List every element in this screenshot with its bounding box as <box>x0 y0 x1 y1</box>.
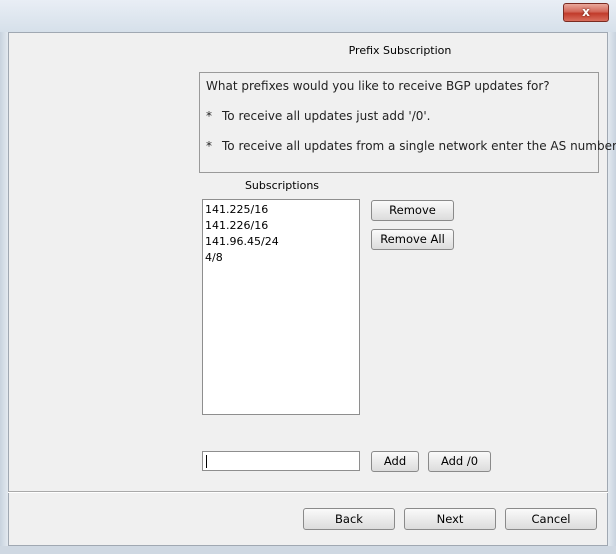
info-box: What prefixes would you like to receive … <box>199 72 616 173</box>
prefix-input[interactable] <box>202 451 360 471</box>
list-item[interactable]: 4/8 <box>205 250 359 266</box>
info-line: * To receive all updates just add '/0'. <box>206 109 431 123</box>
wizard-window: x Prefix Subscription What prefixes woul… <box>0 0 616 554</box>
info-line-text: What prefixes would you like to receive … <box>206 79 550 93</box>
subscriptions-list[interactable]: 141.225/16 141.226/16 141.96.45/24 4/8 <box>202 199 360 415</box>
info-bullet: * <box>206 109 212 123</box>
info-line: * To receive all updates from a single ne… <box>206 139 616 153</box>
list-item[interactable]: 141.96.45/24 <box>205 234 359 250</box>
page-title: Prefix Subscription <box>348 44 452 57</box>
list-item[interactable]: 141.226/16 <box>205 218 359 234</box>
footer-divider-highlight <box>8 492 608 493</box>
cancel-button[interactable]: Cancel <box>505 508 597 530</box>
text-caret <box>206 455 207 468</box>
info-line: What prefixes would you like to receive … <box>206 79 550 93</box>
close-icon: x <box>582 5 590 19</box>
title-bar: x <box>0 0 616 32</box>
info-line-text: To receive all updates just add '/0'. <box>222 109 431 123</box>
subscriptions-label: Subscriptions <box>244 179 320 192</box>
remove-button[interactable]: Remove <box>371 200 454 221</box>
close-button[interactable]: x <box>563 3 609 22</box>
add-zero-button[interactable]: Add /0 <box>428 451 491 472</box>
info-bullet: * <box>206 139 212 153</box>
remove-all-button[interactable]: Remove All <box>371 229 454 250</box>
window-frame-left <box>0 32 8 546</box>
back-button[interactable]: Back <box>303 508 395 530</box>
window-frame-bottom <box>0 546 616 554</box>
window-frame-right <box>608 32 616 546</box>
add-button[interactable]: Add <box>371 451 419 472</box>
next-button[interactable]: Next <box>404 508 496 530</box>
list-item[interactable]: 141.225/16 <box>205 202 359 218</box>
info-line-text: To receive all updates from a single net… <box>222 139 616 153</box>
